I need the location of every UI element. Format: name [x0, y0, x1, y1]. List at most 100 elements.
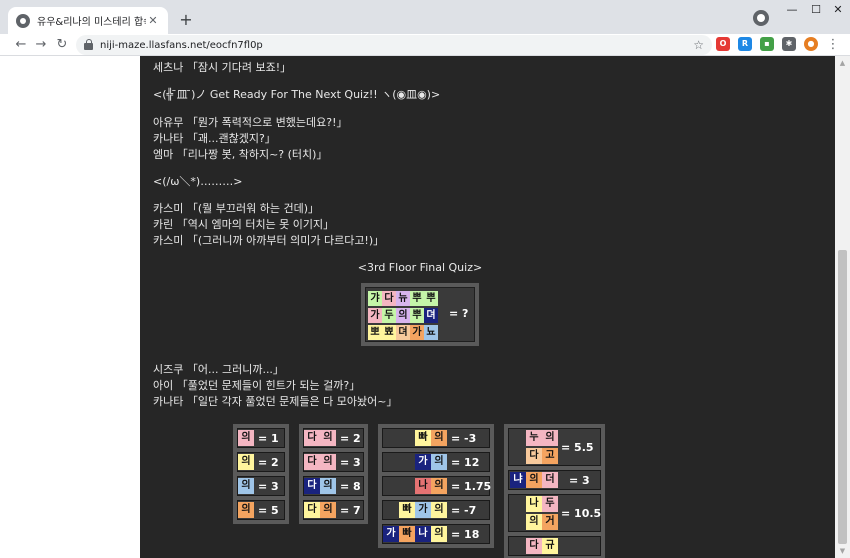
quiz-cell: 의 — [526, 514, 542, 530]
quiz-cell: 의 — [320, 430, 336, 446]
quiz-cell: 의 — [396, 308, 410, 323]
hint-row: 빠 가 의 = -7 — [382, 500, 490, 520]
quiz-cell: 빠 — [399, 502, 415, 518]
quiz-cell: 가 — [368, 308, 382, 323]
dialogue-line: 아이 「풀었던 문제들이 힌트가 되는 걸까?」 — [153, 379, 361, 392]
quiz-cell: 다 — [526, 448, 542, 464]
hint-row: 다 의 = 3 — [303, 452, 364, 472]
story-content: 세츠나 「잠시 기다려 보죠!」 <(╬ ̄皿 ̄)ノ Get Ready For… — [140, 56, 835, 558]
quiz-cell: 의 — [431, 526, 447, 542]
hint-value: = -3 — [451, 432, 477, 445]
hint-row: 의 = 5 — [237, 500, 285, 520]
quiz-cell: 나 — [526, 496, 542, 512]
quiz-cell: 의 — [238, 454, 254, 470]
extension-icon[interactable]: ● — [804, 37, 818, 51]
quiz-cell: 가 — [415, 502, 431, 518]
media-control-icon[interactable] — [753, 10, 769, 26]
hint-row: 가 의 = 12 — [382, 452, 490, 472]
scroll-up-icon[interactable]: ▲ — [835, 56, 850, 70]
quiz-cell: 의 — [320, 502, 336, 518]
hint-value: = 3 — [340, 456, 361, 469]
dialogue-line: 카나타 「일단 각자 풀었던 문제들은 다 모아놨어~」 — [153, 395, 398, 408]
dialogue-line: <(╬ ̄皿 ̄)ノ Get Ready For The Next Quiz!!… — [153, 88, 441, 101]
hint-value: = 2 — [340, 432, 361, 445]
hint-row: 냐 의 더 = 3 — [508, 470, 601, 490]
quiz-cell: 다 — [382, 291, 396, 306]
hint-value: = -7 — [451, 504, 477, 517]
quiz-cell: 다 — [304, 430, 320, 446]
hint-row: 다규 — [508, 536, 601, 556]
dialogue-line: 엠마 「리나짱 봇, 착하지~? (터치)」 — [153, 148, 328, 161]
extension-icon[interactable]: ✱ — [782, 37, 796, 51]
hint-row: 누 의 다 고 = 5.5 — [508, 428, 601, 466]
quiz-cell: 의 — [238, 478, 254, 494]
quiz-cell: 고 — [542, 448, 558, 464]
quiz-cell: 뇨 — [424, 325, 438, 340]
quiz-cell: 나 — [415, 478, 431, 494]
final-quiz-grid: = ? 갸다뉴뿌뿌가두의뿌뎌뽀뾰뎌가뇨 — [361, 283, 479, 346]
scroll-down-icon[interactable]: ▼ — [835, 544, 850, 558]
dialogue-line: 세츠나 「잠시 기다려 보죠!」 — [153, 61, 292, 74]
dialogue-line: 카스미 「(그러니까 아까부터 의미가 다르다고!)」 — [153, 234, 385, 247]
hint-row: 의 = 3 — [237, 476, 285, 496]
quiz-cell: 두 — [542, 496, 558, 512]
hint-value: = 3 — [258, 480, 279, 493]
quiz-cell: 뎌 — [424, 308, 438, 323]
quiz-cell: 가 — [383, 526, 399, 542]
browser-tab[interactable]: 유우&리나의 미스테리 합숙 ✕ — [8, 7, 168, 34]
quiz-cell: 뽀 — [368, 325, 382, 340]
hint-row: 의 = 2 — [237, 452, 285, 472]
page-viewport: 세츠나 「잠시 기다려 보죠!」 <(╬ ̄皿 ̄)ノ Get Ready For… — [0, 56, 835, 558]
dialogue-line: 카나타 「괘...괜찮겠지?」 — [153, 132, 276, 145]
address-bar[interactable]: niji-maze.llasfans.net/eocfn7fl0p ☆ — [76, 35, 712, 55]
vertical-scrollbar[interactable]: ▲ ▼ — [835, 56, 850, 558]
forward-button[interactable]: → — [32, 36, 50, 54]
bookmark-star-icon[interactable]: ☆ — [693, 38, 704, 52]
hint-value: = 1.75 — [451, 480, 492, 493]
tab-title: 유우&리나의 미스테리 합숙 — [37, 17, 146, 28]
hint-row: 다 의 = 8 — [303, 476, 364, 496]
quiz-cell: 의 — [542, 430, 558, 446]
hint-row: 가 빠 나 의 = 18 — [382, 524, 490, 544]
hint-row: 나 두 의 거 = 10.5 — [508, 494, 601, 532]
quiz-cell: 의 — [238, 502, 254, 518]
quiz-cell: 누 — [526, 430, 542, 446]
quiz-cell: 갸 — [368, 291, 382, 306]
final-quiz-answer: = ? — [449, 307, 469, 320]
quiz-cell: 의 — [238, 430, 254, 446]
quiz-cell: 뉴 — [396, 291, 410, 306]
hint-value: = 5.5 — [561, 441, 594, 454]
quiz-cell: 빠 — [415, 430, 431, 446]
quiz-cell: 냐 — [510, 472, 526, 488]
quiz-cell: 나 — [415, 526, 431, 542]
quiz-cell: 가 — [415, 454, 431, 470]
back-button[interactable]: ← — [12, 36, 30, 54]
dialogue-line: <(/ω＼*)………> — [153, 175, 243, 188]
url-text[interactable]: niji-maze.llasfans.net/eocfn7fl0p — [100, 40, 693, 51]
hint-value: = 3 — [569, 474, 590, 487]
hint-value: = 7 — [340, 504, 361, 517]
dialogue-line: 카스미 「(뭘 부끄러워 하는 건데)」 — [153, 202, 320, 215]
quiz-cell: 다 — [526, 538, 542, 554]
close-window-button[interactable]: ✕ — [824, 0, 850, 22]
hint-value: = 1 — [258, 432, 279, 445]
menu-icon[interactable]: ⋮ — [824, 36, 842, 54]
hint-row: 빠 의 = -3 — [382, 428, 490, 448]
extension-icon[interactable]: O — [716, 37, 730, 51]
quiz-cell: 뿌 — [410, 291, 424, 306]
scrollbar-thumb[interactable] — [838, 250, 847, 544]
hint-value: = 12 — [451, 456, 480, 469]
hint-box-2: 다 의 = 2 다 의 = 3 다 의 = 8 다 의 = 7 — [299, 424, 368, 524]
quiz-cell: 뎌 — [396, 325, 410, 340]
reload-button[interactable]: ↻ — [53, 36, 71, 54]
extension-icon[interactable]: R — [738, 37, 752, 51]
dialogue-line: 시즈쿠 「어... 그러니까...」 — [153, 363, 284, 376]
quiz-cell: 뿌 — [410, 308, 424, 323]
quiz-cell: 다 — [304, 478, 320, 494]
hint-box-4: 누 의 다 고 = 5.5 냐 의 더 = 3 나 두 의 거 = 10.5 다 규 — [504, 424, 605, 558]
hint-value: = 5 — [258, 504, 279, 517]
extension-icon[interactable]: ▪ — [760, 37, 774, 51]
new-tab-button[interactable]: + — [176, 10, 196, 30]
quiz-cell: 규 — [542, 538, 558, 554]
tab-close-icon[interactable]: ✕ — [146, 14, 160, 27]
